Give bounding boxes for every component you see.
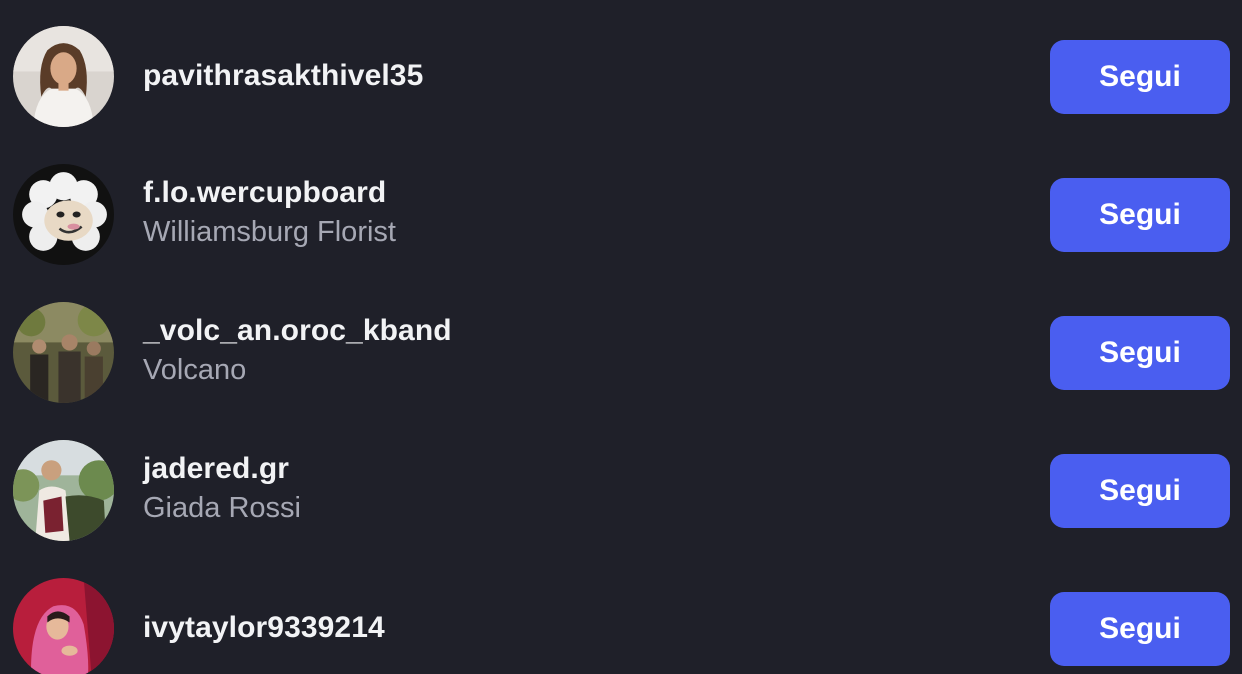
username[interactable]: ivytaylor9339214 bbox=[143, 611, 385, 645]
follow-button[interactable]: Segui bbox=[1050, 316, 1230, 390]
follow-button[interactable]: Segui bbox=[1050, 40, 1230, 114]
full-name: Volcano bbox=[143, 354, 247, 386]
band-group-avatar-icon bbox=[13, 302, 114, 403]
follow-button[interactable]: Segui bbox=[1050, 178, 1230, 252]
suggestion-row: jadered.gr Giada Rossi Segui bbox=[0, 440, 1242, 550]
avatar[interactable] bbox=[13, 440, 114, 541]
avatar[interactable] bbox=[13, 578, 114, 674]
username[interactable]: pavithrasakthivel35 bbox=[143, 59, 423, 93]
suggestion-row: pavithrasakthivel35 Segui bbox=[0, 26, 1242, 136]
avatar[interactable] bbox=[13, 302, 114, 403]
suggested-accounts-list: pavithrasakthivel35 Segui f.lo.wercupboa… bbox=[0, 0, 1242, 674]
person-outdoors-avatar-icon bbox=[13, 440, 114, 541]
username[interactable]: f.lo.wercupboard bbox=[143, 176, 386, 210]
follow-button[interactable]: Segui bbox=[1050, 454, 1230, 528]
woman-portrait-avatar-icon bbox=[13, 26, 114, 127]
full-name: Giada Rossi bbox=[143, 492, 301, 524]
avatar[interactable] bbox=[13, 164, 114, 265]
suggestion-row: ivytaylor9339214 Segui bbox=[0, 578, 1242, 674]
person-red-background-avatar-icon bbox=[13, 578, 114, 674]
username[interactable]: jadered.gr bbox=[143, 452, 289, 486]
suggestion-row: _volc_an.oroc_kband Volcano Segui bbox=[0, 302, 1242, 412]
cartoon-sheep-avatar-icon bbox=[13, 164, 114, 265]
follow-button[interactable]: Segui bbox=[1050, 592, 1230, 666]
username[interactable]: _volc_an.oroc_kband bbox=[143, 314, 452, 348]
suggestion-row: f.lo.wercupboard Williamsburg Florist Se… bbox=[0, 164, 1242, 274]
full-name: Williamsburg Florist bbox=[143, 216, 396, 248]
avatar[interactable] bbox=[13, 26, 114, 127]
